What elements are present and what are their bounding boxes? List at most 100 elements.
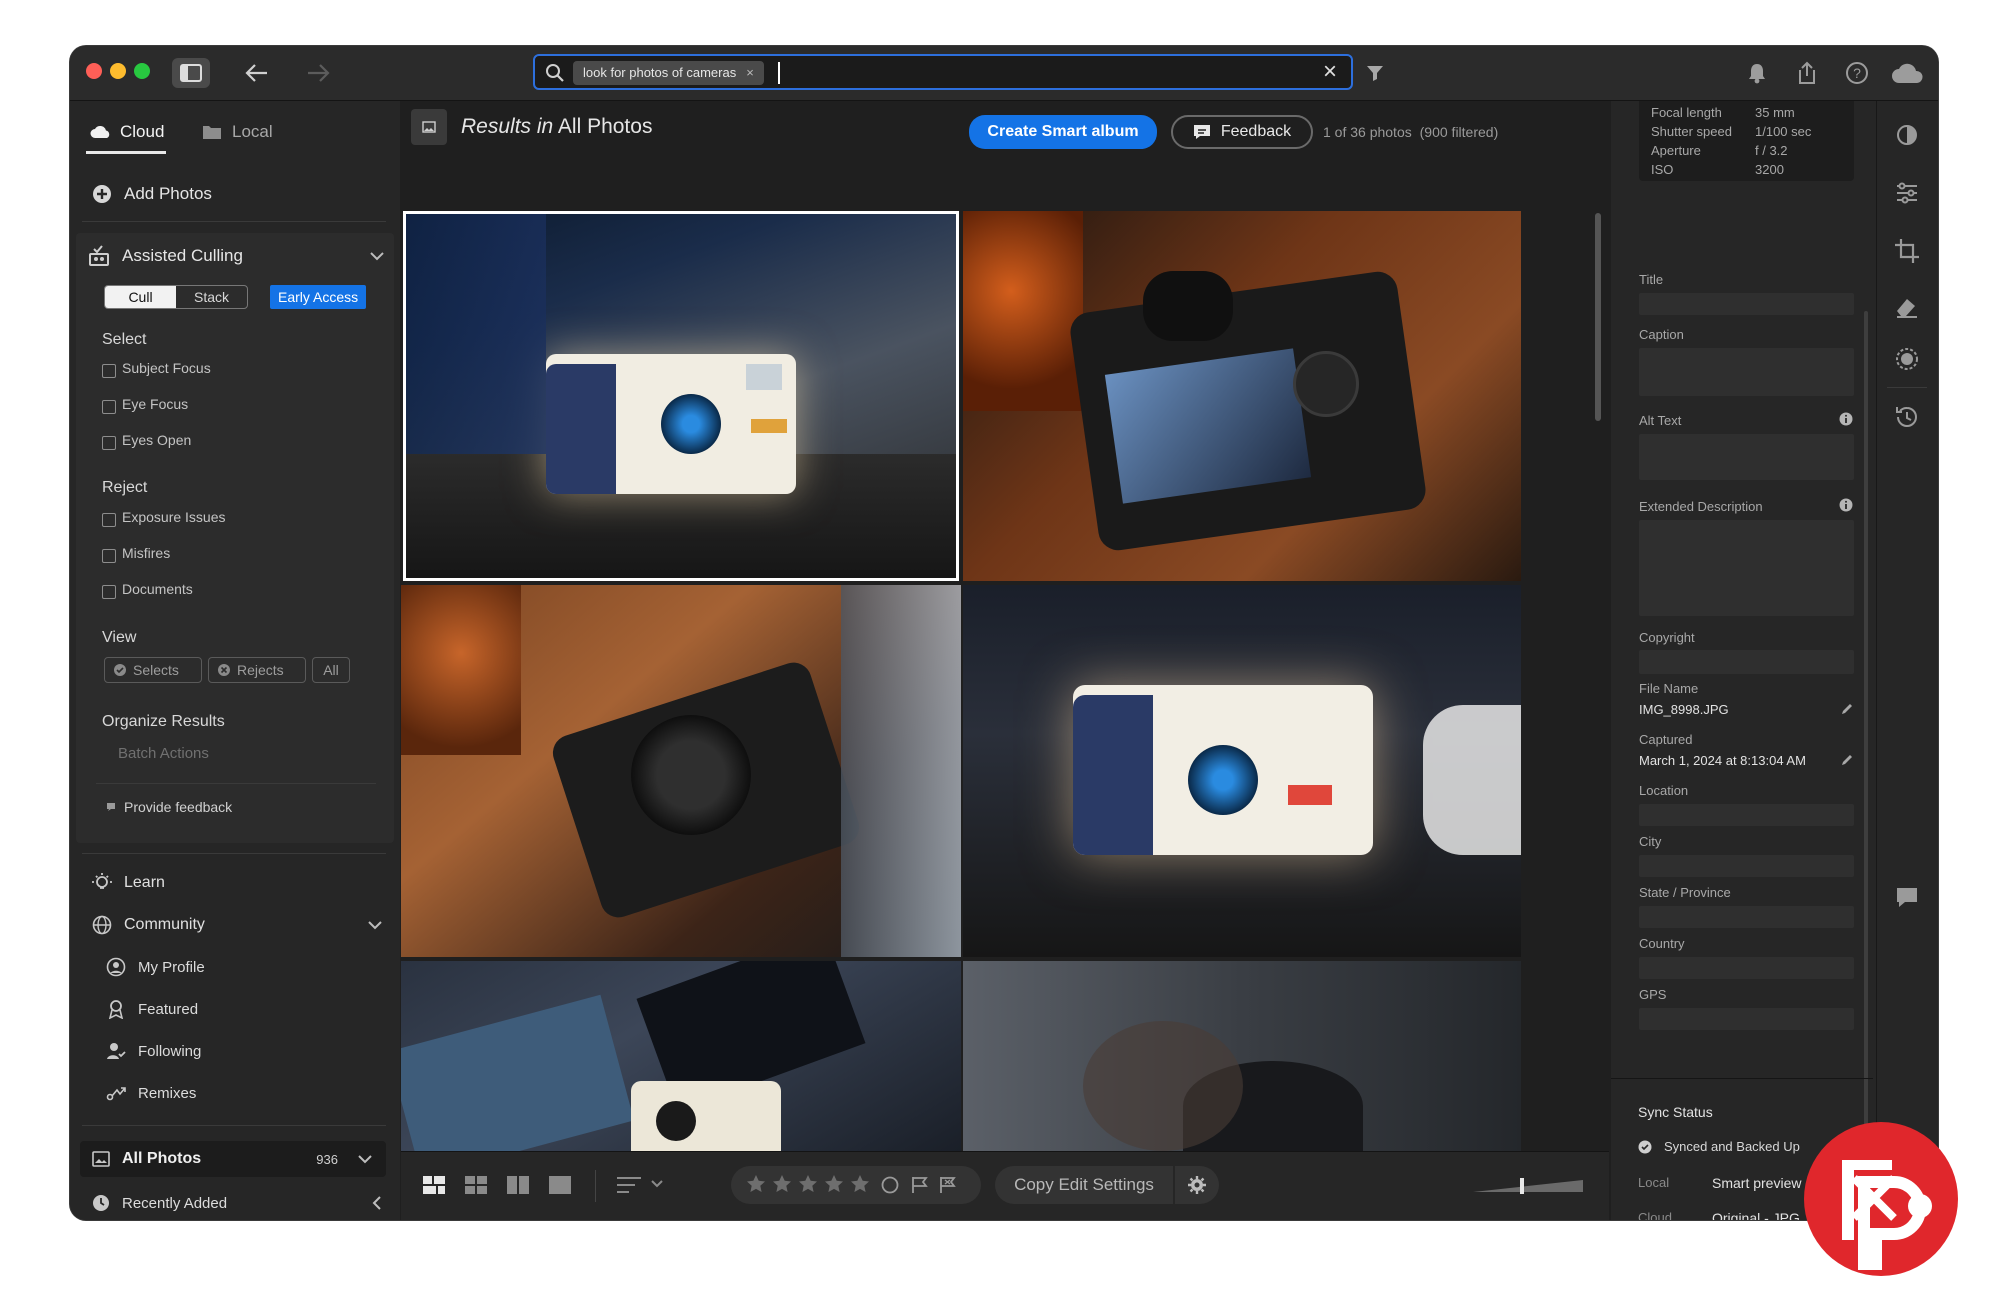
feedback-icon [107,803,115,811]
masking-icon[interactable] [1893,345,1921,373]
cull-option[interactable]: Cull [105,286,176,308]
sort-icon[interactable] [617,1176,641,1194]
documents-label: Documents [122,581,193,597]
sort-chevron-down-icon[interactable] [651,1180,663,1188]
subject-focus-checkbox[interactable] [102,364,116,378]
back-arrow-icon[interactable] [242,58,272,88]
misfires-checkbox[interactable] [102,549,116,563]
history-icon[interactable] [1893,403,1921,431]
community-my-profile[interactable]: My Profile [106,953,205,981]
filter-icon[interactable] [1360,58,1390,88]
reject-circle-icon[interactable] [881,1176,899,1194]
photo-thumbnail-4[interactable] [963,585,1521,957]
copy-edit-settings-button[interactable]: Copy Edit Settings [995,1166,1173,1204]
star-icon[interactable] [823,1173,845,1195]
eyes-open-checkbox[interactable] [102,436,116,450]
location-field[interactable] [1639,804,1854,826]
cloud-value: Original - JPG [1712,1210,1800,1220]
grid-view-large-icon[interactable] [423,1176,445,1194]
provide-feedback-link[interactable]: Provide feedback [106,796,232,818]
city-field[interactable] [1639,855,1854,877]
watermark-logo [1802,1120,1960,1278]
photo-thumbnail-3[interactable] [401,585,961,957]
compare-view-icon[interactable] [507,1176,529,1194]
zoom-window-button[interactable] [134,63,150,79]
edit-icon[interactable] [1893,121,1921,149]
star-icon[interactable] [771,1173,793,1195]
all-photos-item[interactable]: All Photos 936 [80,1141,386,1177]
search-bar[interactable]: look for photos of cameras × × [533,54,1353,90]
batch-actions-button[interactable]: Batch Actions [118,745,209,762]
all-photos-label: All Photos [122,1150,202,1167]
copyright-field[interactable] [1639,650,1854,674]
detail-view-icon[interactable] [549,1176,571,1194]
grid-scrollbar[interactable] [1595,213,1601,421]
comments-icon[interactable] [1893,883,1921,911]
file-name-label: File Name [1639,681,1699,696]
share-icon[interactable] [1792,58,1822,88]
help-icon[interactable]: ? [1842,58,1872,88]
view-selects-button[interactable]: Selects [104,657,202,683]
exposure-issues-checkbox[interactable] [102,513,116,527]
community-header[interactable]: Community [92,911,382,939]
cull-stack-toggle[interactable]: Cull Stack [104,285,248,309]
photo-thumbnail-1[interactable] [403,211,959,581]
view-rejects-button[interactable]: Rejects [208,657,306,683]
recently-added-item[interactable]: Recently Added [92,1191,382,1215]
star-icon[interactable] [849,1173,871,1195]
chip-remove-icon[interactable]: × [746,61,754,85]
add-photos-button[interactable]: Add Photos [92,179,212,209]
search-query-chip[interactable]: look for photos of cameras × [573,61,764,85]
tab-cloud[interactable]: Cloud [90,117,164,147]
photo-thumbnail-2[interactable] [963,211,1521,581]
star-icon[interactable] [797,1173,819,1195]
edit-file-name-pencil-icon[interactable] [1840,702,1854,716]
edit-settings-gear-icon[interactable] [1175,1166,1219,1204]
notifications-bell-icon[interactable] [1742,58,1772,88]
country-field[interactable] [1639,957,1854,979]
featured-label: Featured [138,1000,199,1018]
grid-view-square-icon[interactable] [465,1176,487,1194]
divider [82,221,386,222]
close-window-button[interactable] [86,63,102,79]
extended-description-info-icon[interactable] [1839,498,1853,512]
community-remixes[interactable]: Remixes [106,1079,196,1107]
alt-text-info-icon[interactable] [1839,412,1853,426]
assisted-culling-header[interactable]: Assisted Culling [88,241,384,271]
create-smart-album-button[interactable]: Create Smart album [969,115,1157,149]
caption-label: Caption [1639,327,1684,342]
stack-option[interactable]: Stack [176,286,247,308]
alt-text-field[interactable] [1639,434,1854,480]
tab-local[interactable]: Local [202,117,273,147]
photo-thumbnail-5[interactable] [401,961,961,1151]
community-featured[interactable]: Featured [106,995,198,1023]
panel-scrollbar[interactable] [1864,311,1868,1151]
view-all-button[interactable]: All [312,657,350,683]
title-field[interactable] [1639,293,1854,315]
feedback-button[interactable]: Feedback [1171,115,1313,149]
clear-search-icon[interactable]: × [1323,58,1337,86]
eraser-icon[interactable] [1893,293,1921,321]
edit-captured-pencil-icon[interactable] [1840,753,1854,767]
gps-field[interactable] [1639,1008,1854,1030]
learn-item[interactable]: Learn [92,869,165,897]
community-following[interactable]: Following [106,1037,201,1065]
eye-focus-checkbox[interactable] [102,400,116,414]
sidebar-toggle-icon[interactable] [172,58,210,88]
star-rating[interactable] [745,1173,871,1195]
minimize-window-button[interactable] [110,63,126,79]
sliders-icon[interactable] [1893,179,1921,207]
star-icon[interactable] [745,1173,767,1195]
caption-field[interactable] [1639,348,1854,396]
reject-flag-icon[interactable] [939,1176,957,1194]
photo-thumbnail-6[interactable] [963,961,1521,1151]
thumbnail-size-slider[interactable] [1473,1172,1583,1196]
pick-flag-icon[interactable] [911,1176,929,1194]
forward-arrow-icon[interactable] [303,58,333,88]
crop-icon[interactable] [1893,237,1921,265]
cloud-status-icon[interactable] [1888,58,1928,88]
extended-description-field[interactable] [1639,520,1854,616]
state-province-field[interactable] [1639,906,1854,928]
documents-checkbox[interactable] [102,585,116,599]
eye-focus-label: Eye Focus [122,396,189,412]
